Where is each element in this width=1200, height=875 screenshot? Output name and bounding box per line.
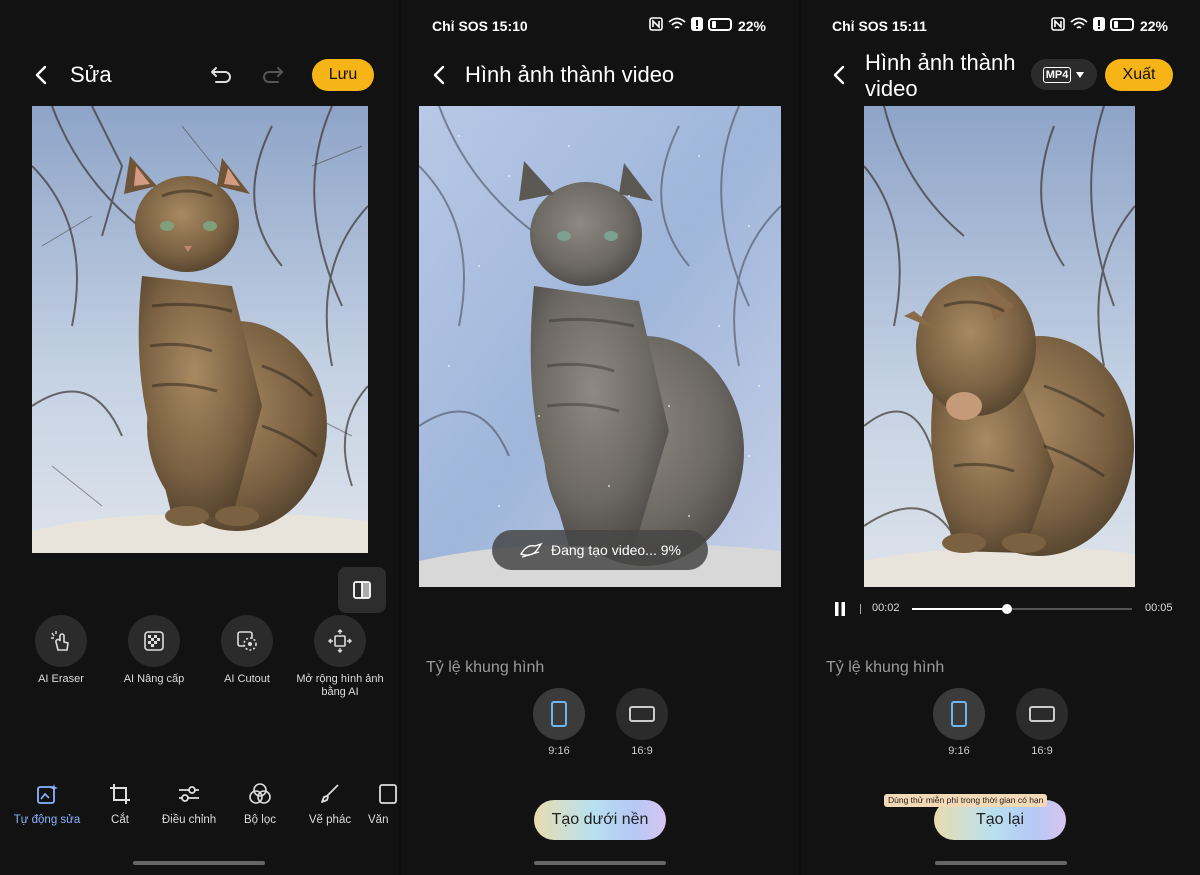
page-title: Hình ảnh thành video xyxy=(465,62,675,87)
portrait-icon xyxy=(951,701,967,727)
generating-icon xyxy=(519,542,543,558)
tab-label: Điều chỉnh xyxy=(161,814,217,826)
ratio-9-16-label: 9:16 xyxy=(948,745,970,757)
ratio-9-16-button[interactable] xyxy=(933,688,985,740)
back-arrow-icon[interactable] xyxy=(428,63,452,87)
title-line: Hình ảnh thành xyxy=(865,50,1016,75)
auto-edit-icon xyxy=(37,784,58,804)
ai-enhance-button[interactable] xyxy=(128,615,180,667)
video-result-panel: Chỉ SOS 15:11 22% Hình ảnh thành video M… xyxy=(802,0,1200,875)
ratio-16-9-button[interactable] xyxy=(616,688,668,740)
enhance-grid-icon xyxy=(144,631,164,651)
progress-toast: Đang tạo video... 9% xyxy=(492,530,708,570)
back-arrow-icon[interactable] xyxy=(828,63,852,87)
ratio-9-16-label: 9:16 xyxy=(548,745,570,757)
seek-handle[interactable] xyxy=(1001,604,1012,614)
wifi-icon xyxy=(668,17,686,29)
chevron-down-icon xyxy=(1076,71,1085,78)
status-bar: Chỉ SOS 15:10 22% xyxy=(402,15,798,37)
landscape-icon xyxy=(629,706,655,722)
eraser-hand-icon xyxy=(51,631,69,651)
cutout-icon xyxy=(237,631,257,651)
text-icon xyxy=(379,784,397,804)
ai-expand-label: Mở rộng hình ảnh bằng AI xyxy=(296,673,384,698)
divider xyxy=(860,604,861,614)
brush-icon xyxy=(321,784,339,803)
current-time: 00:02 xyxy=(872,602,900,614)
video-player-controls: 00:02 00:05 xyxy=(832,600,1173,618)
compare-button[interactable] xyxy=(338,567,386,613)
home-indicator xyxy=(935,861,1067,865)
format-value: MP4 xyxy=(1042,66,1072,83)
format-dropdown[interactable]: MP4 xyxy=(1031,59,1097,90)
undo-icon[interactable] xyxy=(208,63,234,87)
back-arrow-icon[interactable] xyxy=(30,63,54,87)
tab-auto-edit[interactable]: Tự động sửa xyxy=(12,782,82,826)
aspect-ratio-label: Tỷ lệ khung hình xyxy=(426,659,545,676)
home-indicator xyxy=(133,861,265,865)
tab-label: Bộ lọc xyxy=(244,814,276,826)
ai-eraser-button[interactable] xyxy=(35,615,87,667)
export-button[interactable]: Xuất xyxy=(1105,59,1173,91)
compare-icon xyxy=(353,581,371,599)
status-bar: Chỉ SOS 15:11 22% xyxy=(802,15,1200,37)
tab-label: Tự động sửa xyxy=(13,814,81,826)
filter-circles-icon xyxy=(249,783,271,804)
wifi-icon xyxy=(1070,17,1088,29)
portrait-icon xyxy=(551,701,567,727)
progress-text: Đang tạo video... 9% xyxy=(551,542,681,558)
generating-panel: Chỉ SOS 15:10 22% Hình ảnh thành video Đ… xyxy=(402,0,798,875)
alert-icon xyxy=(691,17,703,31)
ratio-16-9-button[interactable] xyxy=(1016,688,1068,740)
nfc-icon xyxy=(649,17,663,31)
tab-crop[interactable]: Cắt xyxy=(85,782,155,826)
page-title: Sửa xyxy=(70,62,112,87)
seek-progress xyxy=(912,608,1007,610)
status-icons xyxy=(649,17,732,31)
editor-panel: Sửa Lưu AI Eraser AI Nâng cấp AI Cutout … xyxy=(0,0,398,875)
battery-percent: 22% xyxy=(737,18,766,34)
title-line: video xyxy=(865,76,918,101)
crop-icon xyxy=(110,784,130,804)
video-preview[interactable] xyxy=(864,106,1135,587)
ratio-16-9-label: 16:9 xyxy=(1031,745,1053,757)
carrier-time: Chỉ SOS 15:11 xyxy=(832,18,927,34)
cat-photo xyxy=(32,106,368,553)
redo-icon[interactable] xyxy=(260,63,286,87)
sliders-icon xyxy=(179,786,199,802)
expand-image-icon xyxy=(328,629,352,653)
pause-icon[interactable] xyxy=(832,601,848,617)
tab-filter[interactable]: Bộ lọc xyxy=(225,782,295,826)
ai-enhance-label: AI Nâng cấp xyxy=(123,673,185,685)
ai-cutout-label: AI Cutout xyxy=(224,673,270,685)
cat-photo-processing xyxy=(419,106,781,587)
nfc-icon xyxy=(1051,17,1065,31)
ratio-9-16-button[interactable] xyxy=(533,688,585,740)
battery-icon xyxy=(708,17,732,31)
ai-expand-button[interactable] xyxy=(314,615,366,667)
alert-icon xyxy=(1093,17,1105,31)
duration: 00:05 xyxy=(1145,602,1173,614)
free-trial-badge: Dùng thử miễn phí trong thời gian có hạn xyxy=(884,794,1048,807)
aspect-ratio-label: Tỷ lệ khung hình xyxy=(826,659,945,676)
status-icons xyxy=(1051,17,1134,31)
tab-label: Văn xyxy=(368,814,389,826)
save-button[interactable]: Lưu xyxy=(312,59,374,91)
ai-cutout-button[interactable] xyxy=(221,615,273,667)
battery-percent: 22% xyxy=(1139,18,1168,34)
tab-label: Vẽ phác xyxy=(308,814,352,826)
tab-adjust[interactable]: Điều chỉnh xyxy=(154,782,224,826)
seek-bar[interactable] xyxy=(912,604,1132,614)
home-indicator xyxy=(534,861,666,865)
tab-text[interactable]: Văn xyxy=(368,782,398,826)
tab-sketch[interactable]: Vẽ phác xyxy=(295,782,365,826)
ratio-16-9-label: 16:9 xyxy=(631,745,653,757)
carrier-time: Chỉ SOS 15:10 xyxy=(432,18,528,34)
ai-eraser-label: AI Eraser xyxy=(38,673,84,685)
create-in-background-button[interactable]: Tạo dưới nền xyxy=(534,800,666,840)
page-title: Hình ảnh thành video xyxy=(865,50,1015,102)
tab-label: Cắt xyxy=(111,814,129,826)
battery-icon xyxy=(1110,17,1134,31)
landscape-icon xyxy=(1029,706,1055,722)
